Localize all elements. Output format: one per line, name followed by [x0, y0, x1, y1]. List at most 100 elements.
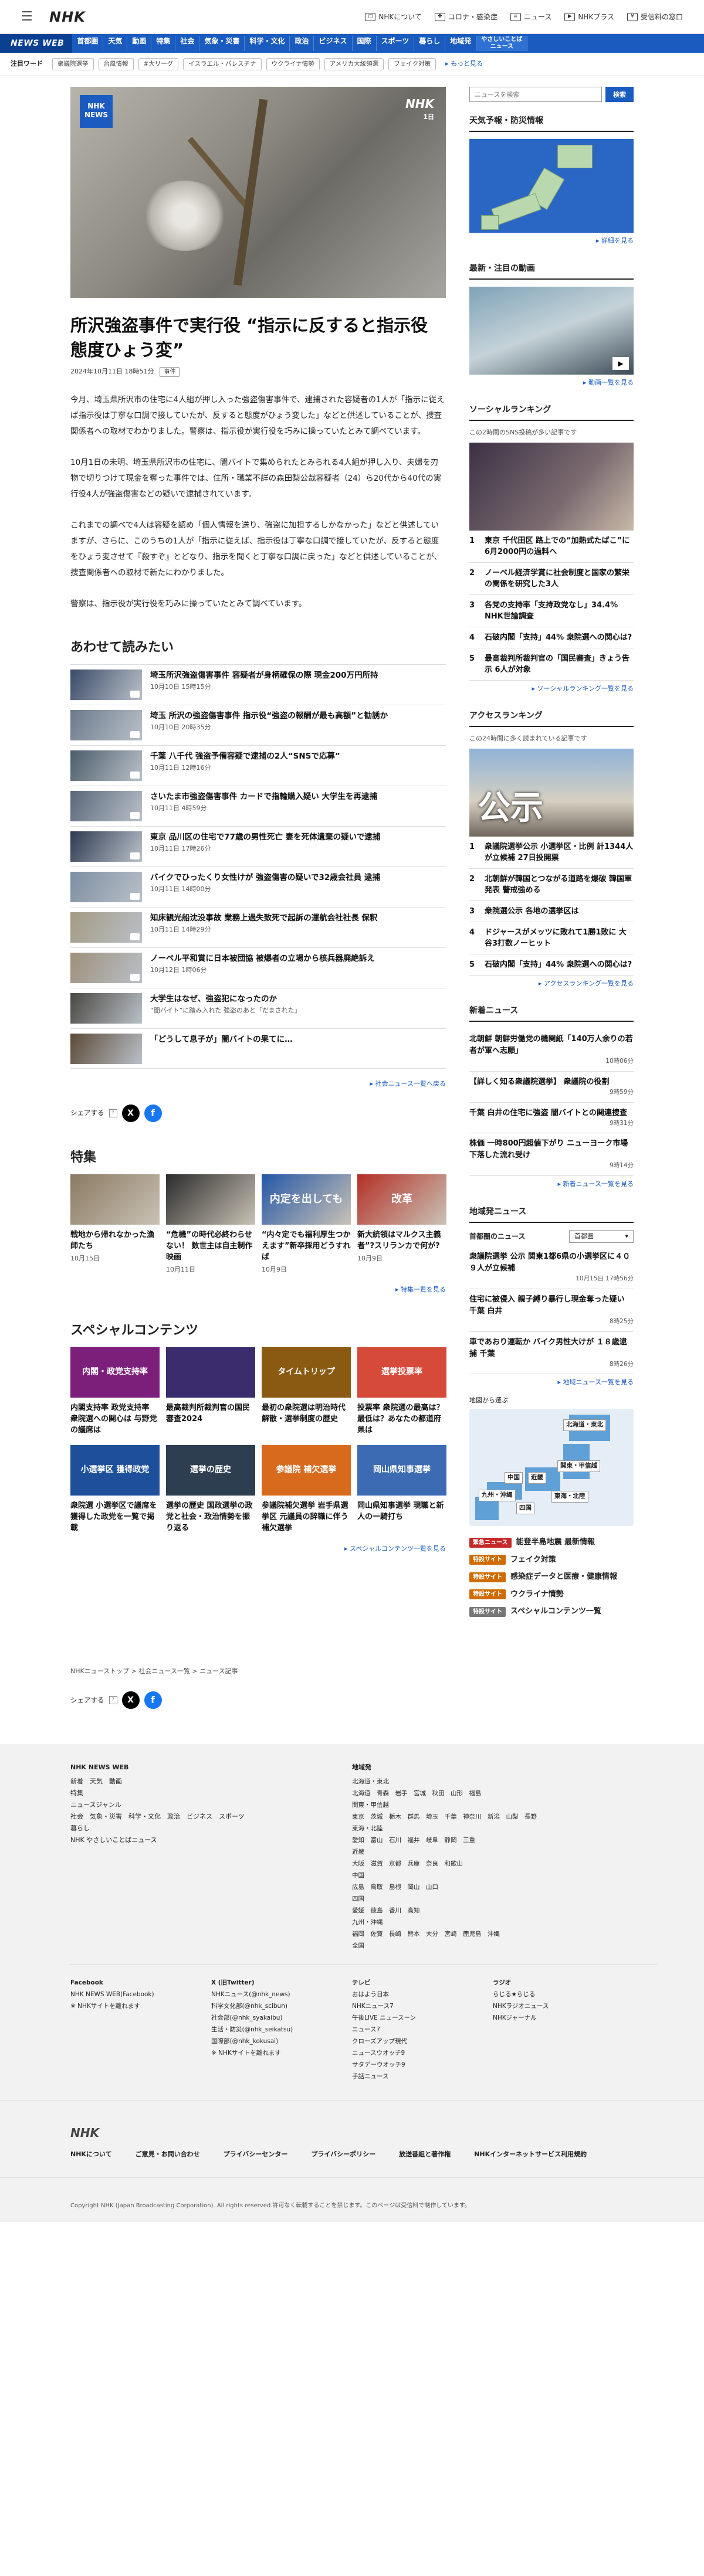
- latest-more-link[interactable]: ▸ 新着ニュース一覧を見る: [469, 1180, 634, 1190]
- breadcrumb-item[interactable]: 社会ニュース一覧: [138, 1667, 189, 1675]
- related-item[interactable]: 知床観光船沈没事故 業務上過失致死で起訴の運航会社社長 保釈 10月11日 14時…: [70, 907, 446, 947]
- latest-item[interactable]: 株価 一時800円超値下がり ニューヨーク市場下落した流れ受け 9時14分: [469, 1133, 634, 1176]
- region-kinki[interactable]: 近畿: [528, 1472, 546, 1484]
- social-image[interactable]: [469, 442, 634, 531]
- related-item[interactable]: ノーベル平和賞に日本被団協 被爆者の立場から核兵器廃絶訴え 10月12日 1時06…: [70, 947, 446, 988]
- footer-sns-link[interactable]: ニュースウオッチ9: [352, 2047, 493, 2059]
- social-more-link[interactable]: ▸ ソーシャルランキング一覧を見る: [469, 684, 634, 694]
- related-item[interactable]: 千葉 八千代 強盗予備容疑で逮捕の2人“SNSで応募” 10月11日 12時16分: [70, 745, 446, 786]
- help-icon[interactable]: ?: [109, 1109, 117, 1117]
- footer-region-line[interactable]: 東京 茨城 栃木 群馬 埼玉 千葉 神奈川 新潟 山梨 長野: [352, 1811, 634, 1823]
- nav-item[interactable]: 地域発: [445, 36, 477, 51]
- footer-region-line[interactable]: 近畿: [352, 1846, 634, 1858]
- related-item[interactable]: 埼玉 所沢の強盗傷害事件 指示役“強盗の報酬が最も高額”と勧誘か 10月10日 2…: [70, 705, 446, 745]
- footer-sns-link[interactable]: おはよう日本: [352, 1989, 493, 2000]
- footer-sns-link[interactable]: 科学文化部(@nhk_scibun): [211, 2000, 352, 2012]
- footer-line[interactable]: 暮らし: [70, 1823, 352, 1834]
- attention-tag[interactable]: 衆議院選挙: [52, 57, 94, 71]
- related-item[interactable]: 東京 品川区の住宅で77歳の男性死亡 妻を死体遺棄の疑いで逮捕 10月11日 17…: [70, 826, 446, 866]
- footer-region-line[interactable]: 九州・沖縄: [352, 1916, 634, 1928]
- region-tokai[interactable]: 東海・北陸: [551, 1491, 588, 1503]
- nav-item[interactable]: 天気: [103, 36, 128, 51]
- footer-line[interactable]: 社会 気象・災害 科学・文化 政治 ビジネス スポーツ: [70, 1811, 352, 1823]
- footer-sns-link[interactable]: らじる★らじる: [493, 1989, 634, 2000]
- attention-tag[interactable]: ウクライナ情勢: [266, 57, 320, 71]
- search-input[interactable]: [469, 87, 602, 102]
- footer-line[interactable]: ニュースジャンル: [70, 1799, 352, 1811]
- related-item[interactable]: 「どうして息子が」闇バイトの果てに…: [70, 1028, 446, 1069]
- special-more-link[interactable]: ▸ スペシャルコンテンツ一覧を見る: [70, 1544, 446, 1554]
- footer-title[interactable]: NHK NEWS WEB: [70, 1762, 352, 1773]
- attention-tag[interactable]: 台風情報: [98, 57, 134, 71]
- weather-map[interactable]: [469, 139, 634, 233]
- social-rank-item[interactable]: 5 最高裁判所裁判官の「国民審査」きょう告示 6人が対象: [469, 648, 634, 681]
- footer-line[interactable]: 新着 天気 動画: [70, 1776, 352, 1787]
- header-link-plus[interactable]: ▶ NHKプラス: [564, 12, 614, 22]
- nhk-logo[interactable]: NHK: [49, 6, 86, 28]
- feature-card[interactable]: “危機”の時代必終わらせない！ 数世主は自主制作映画 10月11日: [166, 1174, 255, 1275]
- x-share-button[interactable]: X: [121, 1104, 140, 1122]
- promo-item[interactable]: 特設サイト 感染症データと医療・健康情報: [469, 1571, 634, 1583]
- footer-sns-link[interactable]: ※ NHKサイトを離れます: [211, 2047, 352, 2059]
- footer-region-line[interactable]: 愛媛 徳島 香川 高知: [352, 1905, 634, 1916]
- facebook-share-button[interactable]: f: [144, 1104, 162, 1122]
- breadcrumb-item[interactable]: NHKニューストップ: [70, 1667, 129, 1675]
- special-card[interactable]: 参議院 補欠選挙 参議院補欠選挙 岩手県選挙区 元議員の辞職に伴う補欠選挙: [262, 1445, 351, 1534]
- nav-item[interactable]: ビジネス: [314, 36, 353, 51]
- promo-item[interactable]: 特設サイト スペシャルコンテンツ一覧: [469, 1606, 634, 1617]
- footer-sns-link[interactable]: ニュース7: [352, 2024, 493, 2035]
- x-share-button[interactable]: X: [121, 1691, 140, 1710]
- footer-region-line[interactable]: 北海道・東北: [352, 1776, 634, 1787]
- access-image[interactable]: 公示: [469, 748, 634, 837]
- footer-link[interactable]: プライバシーポリシー: [311, 2150, 375, 2160]
- header-link-covid[interactable]: ✚ コロナ・感染症: [434, 12, 497, 22]
- special-card[interactable]: 小選挙区 獲得政党 衆院選 小選挙区で議席を獲得した政党を一覧で掲載: [70, 1445, 160, 1534]
- social-rank-item[interactable]: 2 ノーベル経済学賞に社会制度と国家の繁栄の関係を研究した3人: [469, 563, 634, 595]
- social-rank-item[interactable]: 3 各党の支持率「支持政党なし」34.4% NHK世論調査: [469, 595, 634, 627]
- footer-sns-link[interactable]: 手話ニュース: [352, 2071, 493, 2082]
- footer-sns-link[interactable]: NHKニュース(@nhk_news): [211, 1989, 352, 2000]
- nav-item-easy-news[interactable]: やさしいことば ニュース: [476, 36, 528, 51]
- related-more-link[interactable]: ▸ 社会ニュース一覧へ戻る: [70, 1079, 446, 1089]
- social-rank-item[interactable]: 1 東京 千代田区 路上での“加熱式たばこ”に6月2000円の過料へ: [469, 531, 634, 563]
- latest-item[interactable]: 千葉 白井の住宅に強盗 闇バイトとの関連捜査 9時31分: [469, 1103, 634, 1134]
- special-card[interactable]: 岡山県知事選挙 岡山県知事選挙 現職と新人の一騎打ち: [357, 1445, 446, 1534]
- weather-more-link[interactable]: ▸ 詳細を見る: [469, 236, 634, 246]
- footer-sns-link[interactable]: 午後LIVE ニュースーン: [352, 2012, 493, 2024]
- promo-item[interactable]: 特設サイト フェイク対策: [469, 1554, 634, 1566]
- search-button[interactable]: 検索: [605, 87, 634, 102]
- header-link-about[interactable]: ▢ NHKについて: [365, 12, 422, 22]
- footer-line[interactable]: NHK やさしいことばニュース: [70, 1834, 352, 1846]
- special-card[interactable]: 選挙投票率 投票率 衆院選の最高は？最低は？あなたの都道府県は: [357, 1347, 446, 1436]
- nav-item[interactable]: 特集: [151, 36, 176, 51]
- special-card[interactable]: 選挙の歴史 選挙の歴史 国政選挙の政党と社会・政治情勢を振り返る: [166, 1445, 255, 1534]
- attention-more-link[interactable]: ▸ もっと見る: [445, 59, 483, 69]
- feature-card[interactable]: 改革 新大統領はマルクス主義者”?スリランカで何が? 10月9日: [357, 1174, 446, 1275]
- local-item[interactable]: 衆議院選挙 公示 関東1都6県の小選挙区に４０９人が立候補 10月15日 17時5…: [469, 1246, 634, 1289]
- social-rank-item[interactable]: 4 石破内閣「支持」44% 衆院選への関心は?: [469, 627, 634, 648]
- footer-sns-link[interactable]: NHKニュース7: [352, 2000, 493, 2012]
- features-more-link[interactable]: ▸ 特集一覧を見る: [70, 1285, 446, 1295]
- footer-link[interactable]: ご意見・お問い合わせ: [136, 2150, 200, 2160]
- region-hokkaido-tohoku[interactable]: 北海道・東北: [563, 1419, 606, 1431]
- nav-item[interactable]: 政治: [290, 36, 314, 51]
- access-more-link[interactable]: ▸ アクセスランキング一覧を見る: [469, 979, 634, 989]
- header-link-news[interactable]: ≡ ニュース: [510, 12, 551, 22]
- attention-tag[interactable]: #大リーグ: [138, 57, 179, 71]
- footer-sns-link[interactable]: NHK NEWS WEB(Facebook): [70, 1989, 211, 2000]
- footer-sns-link[interactable]: NHKジャーナル: [493, 2012, 634, 2024]
- news-web-brand[interactable]: NEWS WEB: [0, 34, 73, 53]
- nav-item[interactable]: 社会: [175, 36, 200, 51]
- region-shikoku[interactable]: 四国: [516, 1503, 534, 1514]
- related-item[interactable]: バイクでひったくり女性けが 強盗傷害の疑いで32歳会社員 逮捕 10月11日 14…: [70, 866, 446, 907]
- access-rank-item[interactable]: 2 北朝鮮が韓国とつながる道路を爆破 韓国軍発表 警戒強める: [469, 869, 634, 901]
- help-icon[interactable]: ?: [109, 1696, 117, 1705]
- footer-sns-link[interactable]: 社会部(@nhk_syakaibu): [211, 2012, 352, 2024]
- footer-sns-link[interactable]: サタデーウオッチ9: [352, 2059, 493, 2071]
- local-more-link[interactable]: ▸ 地域ニュース一覧を見る: [469, 1378, 634, 1388]
- related-item[interactable]: 大学生はなぜ、強盗犯になったのか “闇バイト”に踏み入れた 強盗のあと「だまされた…: [70, 988, 446, 1028]
- region-chugoku[interactable]: 中国: [505, 1472, 523, 1484]
- footer-sns-link[interactable]: 国際部(@nhk_kokusai): [211, 2035, 352, 2047]
- footer-nhk-logo[interactable]: NHK: [70, 2124, 704, 2142]
- special-card[interactable]: タイムトリップ 最初の衆院選は明治時代 解散・選挙制度の歴史: [262, 1347, 351, 1436]
